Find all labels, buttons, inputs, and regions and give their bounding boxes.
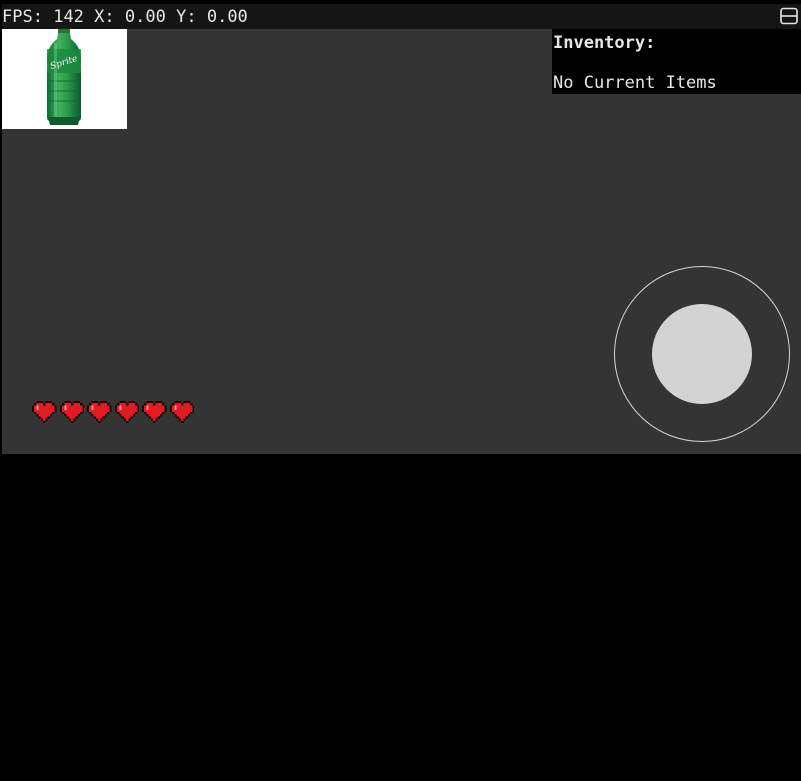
inventory-empty-message: No Current Items (553, 73, 717, 93)
heart-icon (32, 400, 57, 424)
fps-value: 142 (53, 7, 84, 27)
heart-icon (169, 400, 194, 424)
heart-icon (142, 400, 167, 424)
inventory-title: Inventory: (553, 33, 656, 53)
page: FPS: 142 X: 0.00 Y: 0.00 Sprite Inventor… (0, 0, 801, 781)
hud-stats: FPS: 142 X: 0.00 Y: 0.00 (2, 7, 248, 27)
fullscreen-button[interactable] (780, 7, 798, 25)
heart-icon (87, 400, 112, 424)
y-label: Y: (176, 7, 197, 27)
y-value: 0.00 (206, 7, 248, 27)
x-label: X: (94, 7, 115, 27)
game-viewport[interactable]: FPS: 142 X: 0.00 Y: 0.00 Sprite Inventor… (2, 4, 801, 454)
held-item-slot[interactable]: Sprite (2, 29, 127, 129)
fps-label: FPS: (2, 7, 43, 27)
heart-icon (114, 400, 139, 424)
inventory-panel: Inventory: No Current Items (552, 29, 801, 94)
fullscreen-icon (780, 7, 798, 25)
health-hearts (32, 400, 194, 426)
x-value: 0.00 (124, 7, 166, 27)
joystick-knob[interactable] (652, 304, 752, 404)
heart-icon (59, 400, 84, 424)
virtual-joystick[interactable] (614, 266, 790, 442)
